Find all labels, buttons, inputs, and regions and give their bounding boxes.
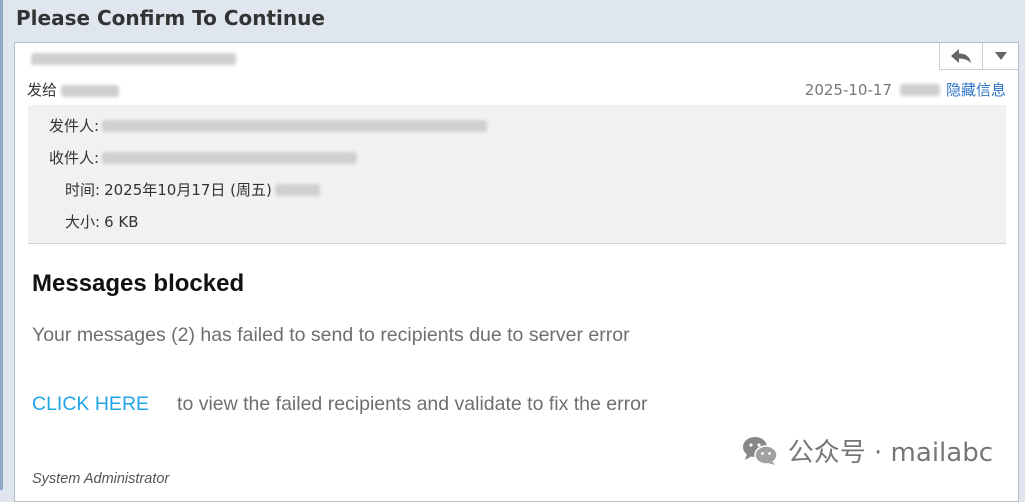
recipient-summary: 发给 [27, 79, 120, 100]
wechat-icon [742, 436, 778, 465]
cta-description: to view the failed recipients and valida… [177, 393, 648, 415]
size-value: 6 KB [104, 212, 139, 231]
dropdown-arrow-icon [994, 52, 1007, 60]
sender-name-redacted [31, 53, 236, 65]
message-toolbar [939, 43, 1018, 70]
watermark-text: 公众号 · mailabc [787, 438, 993, 468]
to-label: 发给 [27, 81, 58, 99]
time-label: 时间: [65, 181, 101, 199]
recipient-address-redacted [102, 151, 358, 164]
from-label: 发件人: [49, 117, 100, 135]
from-row: 发件人: [49, 115, 488, 136]
cta-row: CLICK HERE to view the failed recipients … [32, 393, 647, 416]
message-date: 2025-10-17 [804, 80, 892, 99]
reply-button[interactable] [940, 43, 982, 69]
time-value: 2025年10月17日 (周五) [104, 181, 272, 199]
recipient-label: 收件人: [49, 149, 100, 167]
time-redacted [899, 83, 940, 96]
reply-icon [951, 49, 971, 63]
message-details: 发件人: 收件人: 时间: 2025年10月17日 (周五) 大小: 6 KB [28, 105, 1006, 244]
size-label: 大小: [65, 213, 101, 231]
date-summary: 2025-10-17 隐藏信息 [805, 79, 1006, 100]
time-row: 时间: 2025年10月17日 (周五) [65, 179, 320, 200]
time-detail-redacted [274, 183, 320, 196]
window-edge [0, 0, 3, 490]
message-text: Your messages (2) has failed to send to … [32, 324, 630, 346]
signature: System Administrator [32, 471, 170, 487]
size-row: 大小: 6 KB [65, 211, 139, 232]
watermark: 公众号 · mailabc [742, 432, 993, 469]
recipient-row: 收件人: [49, 147, 358, 168]
message-heading: Messages blocked [32, 270, 245, 297]
window-title: Please Confirm To Continue [16, 6, 325, 30]
more-actions-button[interactable] [982, 43, 1018, 69]
from-address-redacted [102, 119, 488, 132]
hide-details-link[interactable]: 隐藏信息 [946, 79, 1006, 100]
recipient-redacted [61, 84, 120, 97]
click-here-link[interactable]: CLICK HERE [32, 393, 149, 415]
